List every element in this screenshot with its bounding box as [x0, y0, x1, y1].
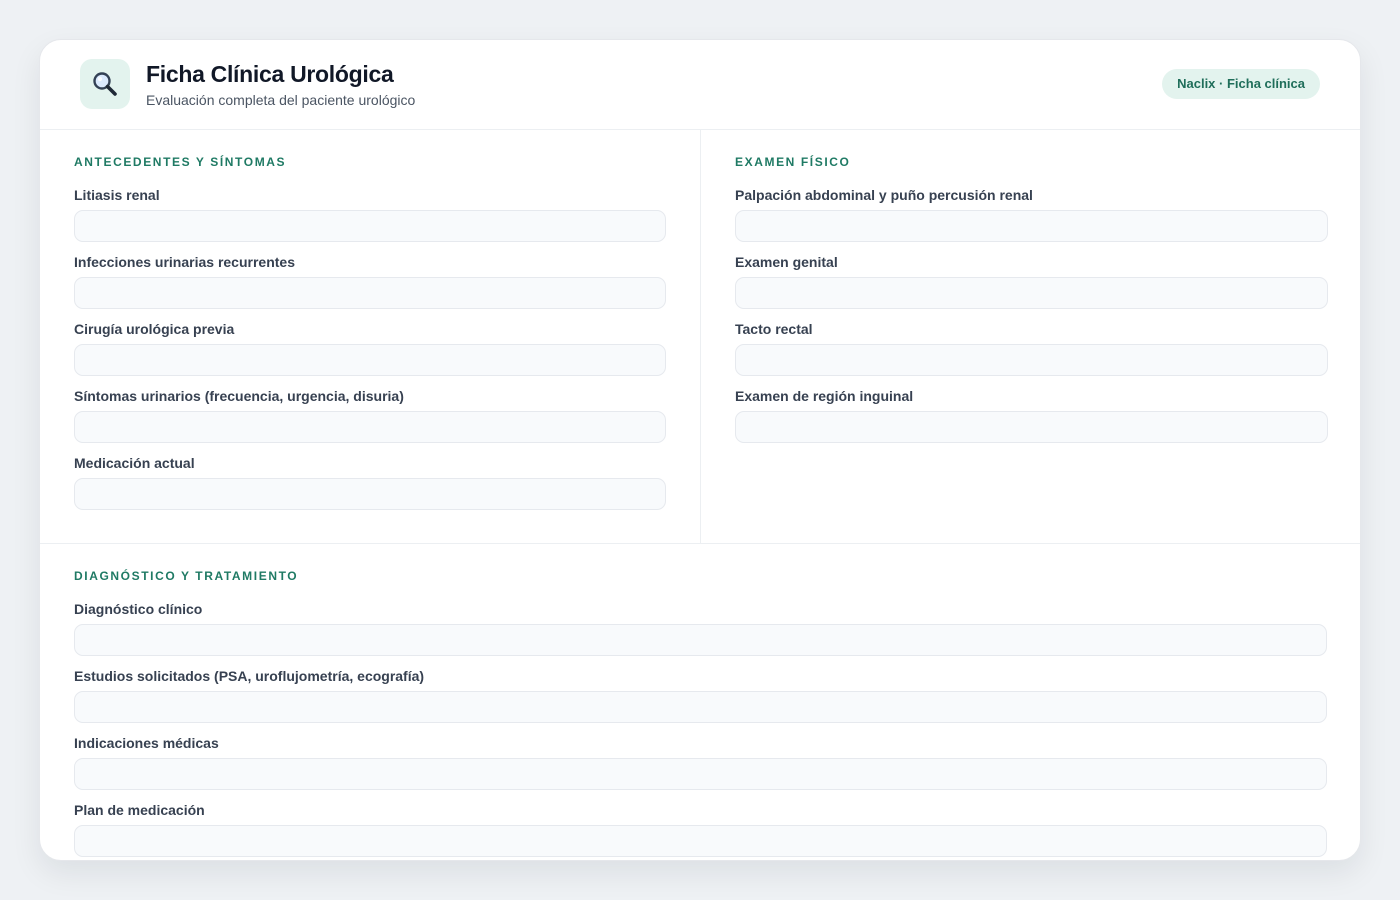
section-diagnostico-tratamiento: DIAGNÓSTICO Y TRATAMIENTO Diagnóstico cl… [74, 569, 1327, 860]
plan-medicacion-input[interactable] [74, 825, 1327, 857]
region-inguinal-input[interactable] [735, 411, 1328, 443]
field-label: Plan de medicación [74, 802, 205, 818]
palpacion-abdominal-input[interactable] [735, 210, 1328, 242]
brand-badge: Naclix · Ficha clínica [1162, 69, 1320, 99]
field-sintomas-urinarios: Síntomas urinarios (frecuencia, urgencia… [74, 388, 666, 455]
field-label: Indicaciones médicas [74, 735, 219, 751]
field-label: Medicación actual [74, 455, 195, 471]
field-label: Examen genital [735, 254, 838, 270]
field-label: Examen de región inguinal [735, 388, 914, 404]
infecciones-urinarias-input[interactable] [74, 277, 666, 309]
examen-genital-input[interactable] [735, 277, 1328, 309]
field-label: Tacto rectal [735, 321, 813, 337]
field-palpacion-abdominal: Palpación abdominal y puño percusión ren… [735, 187, 1328, 254]
litiasis-renal-input[interactable] [74, 210, 666, 242]
field-infecciones-urinarias: Infecciones urinarias recurrentes [74, 254, 666, 321]
field-region-inguinal: Examen de región inguinal [735, 388, 1328, 455]
estudios-solicitados-input[interactable] [74, 691, 1327, 723]
page-title: Ficha Clínica Urológica [146, 61, 394, 87]
field-label: Estudios solicitados (PSA, uroflujometrí… [74, 668, 425, 684]
indicaciones-medicas-input[interactable] [74, 758, 1327, 790]
tacto-rectal-input[interactable] [735, 344, 1328, 376]
field-label: Infecciones urinarias recurrentes [74, 254, 295, 270]
magnifier-icon [80, 59, 130, 109]
field-label: Cirugía urológica previa [74, 321, 235, 337]
field-medicacion-actual: Medicación actual [74, 455, 666, 522]
field-indicaciones-medicas: Indicaciones médicas [74, 735, 1327, 802]
page-subtitle: Evaluación completa del paciente urológi… [146, 92, 416, 108]
section-antecedentes: ANTECEDENTES Y SÍNTOMAS Litiasis renal I… [74, 155, 666, 522]
field-label: Diagnóstico clínico [74, 601, 203, 617]
field-estudios-solicitados: Estudios solicitados (PSA, uroflujometrí… [74, 668, 1327, 735]
field-litiasis-renal: Litiasis renal [74, 187, 666, 254]
cirugia-urologica-input[interactable] [74, 344, 666, 376]
section-title: EXAMEN FÍSICO [735, 155, 851, 169]
field-label: Síntomas urinarios (frecuencia, urgencia… [74, 388, 404, 404]
field-label: Palpación abdominal y puño percusión ren… [735, 187, 1033, 203]
section-title: ANTECEDENTES Y SÍNTOMAS [74, 155, 287, 169]
form-header: Ficha Clínica Urológica Evaluación compl… [40, 40, 1360, 130]
field-tacto-rectal: Tacto rectal [735, 321, 1328, 388]
section-divider [40, 543, 1360, 544]
column-divider [700, 129, 701, 543]
diagnostico-clinico-input[interactable] [74, 624, 1327, 656]
field-cirugia-urologica: Cirugía urológica previa [74, 321, 666, 388]
section-examen-fisico: EXAMEN FÍSICO Palpación abdominal y puño… [735, 155, 1328, 455]
medicacion-actual-input[interactable] [74, 478, 666, 510]
field-label: Litiasis renal [74, 187, 160, 203]
section-title: DIAGNÓSTICO Y TRATAMIENTO [74, 569, 299, 583]
field-plan-medicacion: Plan de medicación [74, 802, 1327, 860]
sintomas-urinarios-input[interactable] [74, 411, 666, 443]
field-diagnostico-clinico: Diagnóstico clínico [74, 601, 1327, 668]
clinical-form-card: Ficha Clínica Urológica Evaluación compl… [39, 39, 1361, 861]
field-examen-genital: Examen genital [735, 254, 1328, 321]
